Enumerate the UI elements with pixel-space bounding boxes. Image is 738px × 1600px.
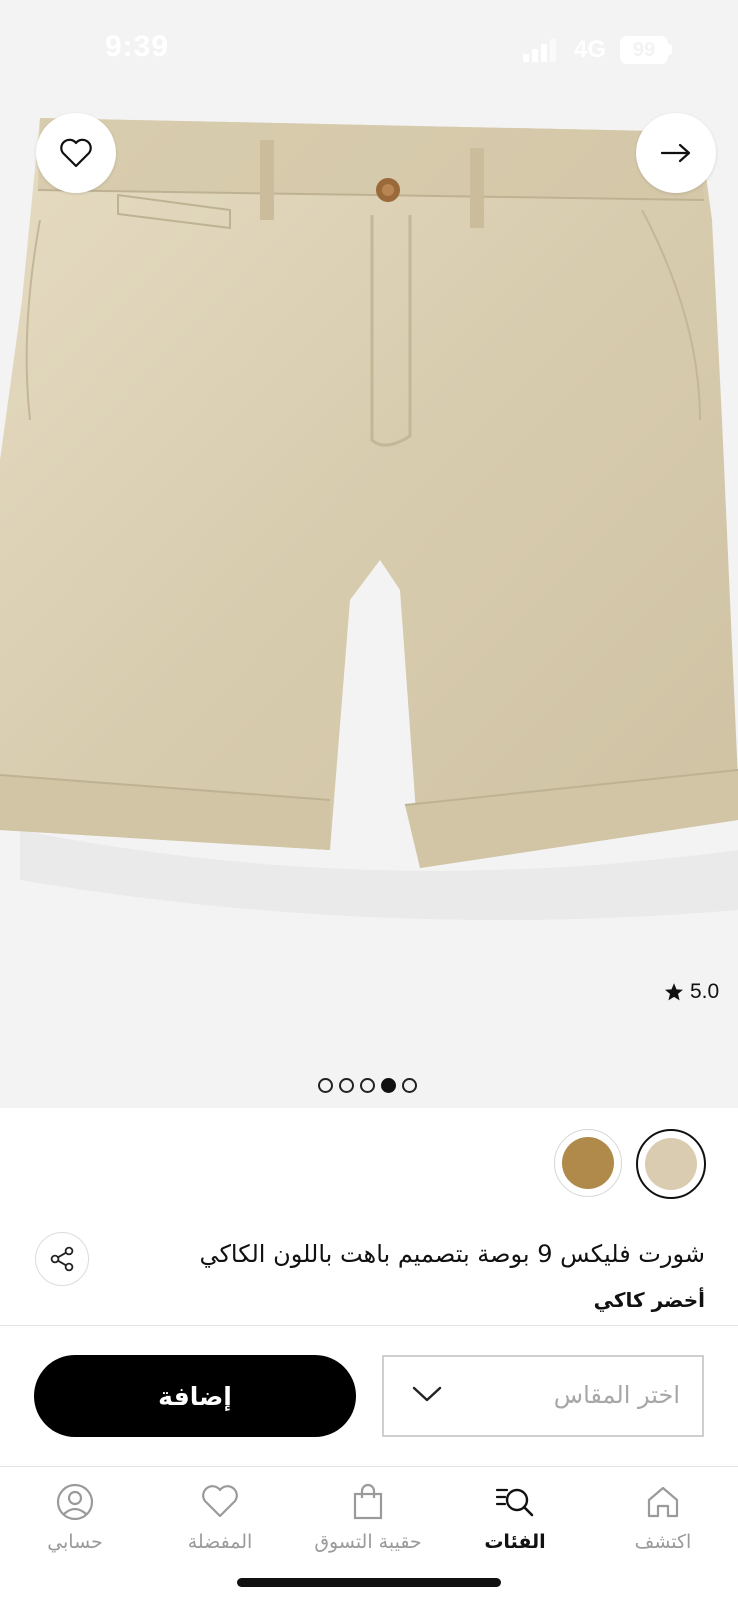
swatch-fill-khaki [645, 1138, 697, 1190]
status-time: 9:39 [105, 30, 170, 63]
tab-account[interactable]: حسابي [0, 1477, 150, 1553]
heart-icon [60, 138, 92, 168]
home-indicator [237, 1578, 501, 1587]
favorite-button[interactable] [36, 113, 116, 193]
tab-label: الفئات [484, 1531, 546, 1553]
heart-icon [202, 1485, 238, 1518]
color-swatch-tan[interactable] [554, 1129, 622, 1197]
tab-label: اكتشف [634, 1531, 692, 1553]
battery-tip [668, 44, 672, 55]
signal-icon [523, 39, 556, 62]
pagination-dot[interactable] [318, 1078, 333, 1093]
product-image [0, 118, 738, 920]
swatch-fill-tan [562, 1137, 614, 1189]
status-bar: 9:39 4G 99 [0, 0, 738, 100]
chevron-down-icon [412, 1386, 442, 1402]
image-pagination[interactable] [318, 1078, 417, 1093]
battery-icon: 99 [620, 36, 668, 64]
tab-label: المفضلة [187, 1531, 253, 1553]
profile-icon [56, 1483, 94, 1521]
divider [0, 1325, 738, 1326]
tab-categories[interactable]: الفئات [440, 1477, 590, 1553]
network-type: 4G [574, 36, 607, 63]
tab-discover[interactable]: اكتشف [588, 1477, 738, 1553]
categories-search-icon [495, 1488, 534, 1517]
star-icon [665, 983, 683, 1001]
pagination-dot[interactable] [339, 1078, 354, 1093]
next-image-button[interactable] [636, 113, 716, 193]
product-color-name: أخضر كاكي [593, 1288, 705, 1312]
home-icon [647, 1486, 679, 1518]
tab-shopping-bag[interactable]: حقيبة التسوق [293, 1477, 443, 1553]
share-button[interactable] [35, 1232, 89, 1286]
add-to-bag-button[interactable]: إضافة [34, 1355, 356, 1437]
pagination-dot-active[interactable] [381, 1078, 396, 1093]
battery-level: 99 [632, 39, 656, 61]
rating-value: 5.0 [690, 980, 720, 1003]
pagination-dot[interactable] [360, 1078, 375, 1093]
product-title: شورت فليكس 9 بوصة بتصميم باهت باللون الك… [199, 1240, 705, 1268]
color-swatch-khaki[interactable] [636, 1129, 706, 1199]
share-icon [50, 1246, 74, 1272]
pagination-dot[interactable] [402, 1078, 417, 1093]
product-image-gallery[interactable]: 9:39 4G 99 5.0 [0, 0, 738, 1108]
arrow-right-icon [660, 143, 691, 163]
tab-favorites[interactable]: المفضلة [145, 1477, 295, 1553]
size-select[interactable]: اختر المقاس [382, 1355, 704, 1437]
tab-label: حقيبة التسوق [314, 1531, 422, 1553]
product-rating: 5.0 [664, 980, 719, 1004]
size-select-placeholder: اختر المقاس [553, 1381, 680, 1409]
shopping-bag-icon [353, 1483, 383, 1520]
tab-label: حسابي [47, 1531, 103, 1553]
